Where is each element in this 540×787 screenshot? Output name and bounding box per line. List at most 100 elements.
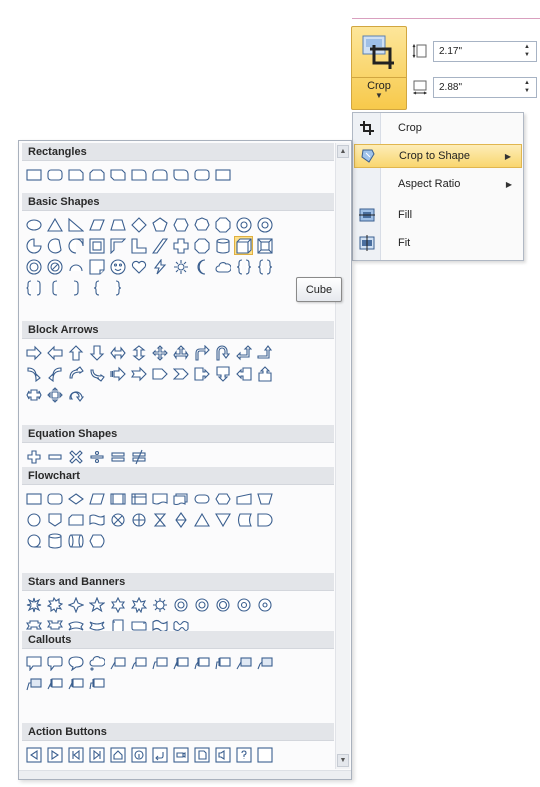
star6-shape-icon[interactable] [109,596,126,613]
round2-shape-icon[interactable] [151,166,168,183]
arrow-d-shape-icon[interactable] [88,344,105,361]
arrow-l-shape-icon[interactable] [46,344,63,361]
bent-shape-icon[interactable] [193,344,210,361]
gallery-scrollbar[interactable]: ▲ ▼ [335,143,350,769]
star10-shape-icon[interactable] [172,596,189,613]
internal-shape-icon[interactable] [130,490,147,507]
crop-large-icon[interactable] [352,27,406,78]
explosion2-shape-icon[interactable] [46,596,63,613]
cloud-shape-icon[interactable] [214,258,231,275]
star8-shape-icon[interactable] [151,596,168,613]
line1b-shape-icon[interactable] [172,654,189,671]
cloudcallout-shape-icon[interactable] [88,654,105,671]
star16-shape-icon[interactable] [214,596,231,613]
curve-l-shape-icon[interactable] [46,365,63,382]
rectcallout-shape-icon[interactable] [25,654,42,671]
equal-shape-icon[interactable] [109,448,126,465]
movie-shape-icon[interactable] [172,746,190,764]
sun-shape-icon[interactable] [172,258,189,275]
ovalcallout-shape-icon[interactable] [67,654,84,671]
line2-shape-icon[interactable] [130,654,147,671]
noentry-shape-icon[interactable] [46,258,63,275]
extract-shape-icon[interactable] [193,511,210,528]
display-shape-icon[interactable] [88,532,105,549]
line3c-shape-icon[interactable] [25,675,42,692]
back-shape-icon[interactable] [25,746,43,764]
plus-shape-icon[interactable] [25,448,42,465]
brace-shape-icon[interactable] [235,258,252,275]
line3b-shape-icon[interactable] [214,654,231,671]
data-shape-icon[interactable] [88,490,105,507]
line3d-shape-icon[interactable] [88,675,105,692]
circle-shape-icon[interactable] [235,216,252,233]
callout-l-shape-icon[interactable] [235,365,252,382]
rect-shape-icon[interactable] [214,166,231,183]
delay-shape-icon[interactable] [256,511,273,528]
round3-shape-icon[interactable] [172,166,189,183]
hexagon-shape-icon[interactable] [172,216,189,233]
height-input[interactable]: 2.17" ▲ ▼ [433,40,537,62]
circular-shape-icon[interactable] [67,386,84,403]
menu-item-aspect-ratio[interactable]: Aspect Ratio ▶ [354,172,522,196]
merge-shape-icon[interactable] [214,511,231,528]
end-shape-icon[interactable] [88,746,106,764]
star32-shape-icon[interactable] [256,596,273,613]
heptagon-shape-icon[interactable] [193,216,210,233]
height-spinner[interactable]: ▲ ▼ [524,43,530,59]
help-shape-icon[interactable] [235,746,253,764]
pentagon-shape-icon[interactable] [151,216,168,233]
sumjunction-shape-icon[interactable] [109,511,126,528]
roundcallout-shape-icon[interactable] [46,654,63,671]
divide-shape-icon[interactable] [88,448,105,465]
diamond-shape-icon[interactable] [130,216,147,233]
teardrop-shape-icon[interactable] [67,237,84,254]
minus-shape-icon[interactable] [46,448,63,465]
collate-shape-icon[interactable] [151,511,168,528]
lup-shape-icon[interactable] [235,344,252,361]
predefined-shape-icon[interactable] [109,490,126,507]
roundrect-shape-icon[interactable] [193,166,210,183]
lshape-shape-icon[interactable] [130,237,147,254]
forward-shape-icon[interactable] [46,746,64,764]
curve-u-shape-icon[interactable] [67,365,84,382]
rbrace-shape-icon[interactable] [109,279,126,296]
explosion1-shape-icon[interactable] [25,596,42,613]
rect-shape-icon[interactable] [25,166,42,183]
star7-shape-icon[interactable] [130,596,147,613]
arrow-lr-shape-icon[interactable] [109,344,126,361]
width-spinner[interactable]: ▲ ▼ [524,79,530,95]
moon-shape-icon[interactable] [193,258,210,275]
blank-shape-icon[interactable] [256,746,274,764]
line1-shape-icon[interactable] [109,654,126,671]
sort-shape-icon[interactable] [172,511,189,528]
star24-shape-icon[interactable] [235,596,252,613]
parallelogram-shape-icon[interactable] [88,216,105,233]
offpage-shape-icon[interactable] [46,511,63,528]
multidoc-shape-icon[interactable] [172,490,189,507]
star5-shape-icon[interactable] [88,596,105,613]
uturn-shape-icon[interactable] [214,344,231,361]
quad-shape-icon[interactable] [151,344,168,361]
width-input[interactable]: 2.88" ▲ ▼ [433,76,537,98]
pie-shape-icon[interactable] [25,237,42,254]
document-shape-icon[interactable] [151,490,168,507]
multiply-shape-icon[interactable] [67,448,84,465]
card-shape-icon[interactable] [67,511,84,528]
chord-shape-icon[interactable] [46,237,63,254]
rtriangle-shape-icon[interactable] [67,216,84,233]
pentagonarrow-shape-icon[interactable] [151,365,168,382]
arrow-ud-shape-icon[interactable] [130,344,147,361]
doc-shape-icon[interactable] [193,746,211,764]
manualop-shape-icon[interactable] [256,490,273,507]
brace-shape-icon[interactable] [256,258,273,275]
halfframe-shape-icon[interactable] [109,237,126,254]
chevron-shape-icon[interactable] [172,365,189,382]
crop-button[interactable]: Crop ▼ [351,26,407,110]
scroll-down-icon[interactable]: ▼ [337,754,349,767]
curve-d-shape-icon[interactable] [88,365,105,382]
lrudarrow-shape-icon[interactable] [172,344,189,361]
star4-shape-icon[interactable] [67,596,84,613]
cross-shape-icon[interactable] [172,237,189,254]
or-shape-icon[interactable] [130,511,147,528]
bevel-shape-icon[interactable] [256,237,273,254]
